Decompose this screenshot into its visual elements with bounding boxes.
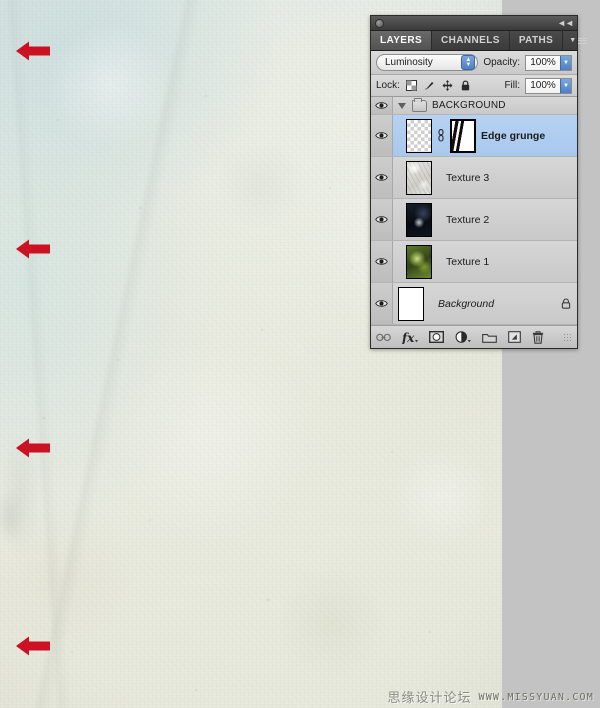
- fill-field[interactable]: 100% ▼: [525, 77, 572, 94]
- lock-all-icon[interactable]: [460, 80, 471, 91]
- layer-style-fx-icon[interactable]: fx: [402, 331, 418, 344]
- lock-image-pixels-icon[interactable]: [424, 80, 435, 91]
- layer-name-label: Texture 2: [446, 213, 490, 226]
- layer-row-body[interactable]: Background: [393, 283, 577, 324]
- tab-channels[interactable]: CHANNELS: [432, 31, 510, 50]
- eye-icon: [375, 300, 388, 307]
- hamburger-icon: [578, 36, 588, 45]
- panel-close-dot-icon[interactable]: [375, 18, 384, 28]
- panel-titlebar[interactable]: ◄◄: [371, 16, 577, 31]
- watermark-cn-text: 思缘设计论坛: [387, 690, 472, 705]
- visibility-toggle-background-group[interactable]: [371, 97, 393, 114]
- visibility-toggle-background[interactable]: [371, 283, 393, 324]
- collapse-to-icons-icon[interactable]: ◄◄: [557, 18, 574, 28]
- layer-row-edge-grunge[interactable]: Edge grunge: [371, 115, 577, 157]
- opacity-field[interactable]: 100% ▼: [525, 54, 572, 71]
- mask-link-icon[interactable]: [437, 129, 445, 142]
- layer-row-body[interactable]: Texture 2: [393, 199, 577, 240]
- visibility-toggle-texture-1[interactable]: [371, 241, 393, 282]
- fill-label: Fill:: [504, 80, 520, 91]
- lock-label: Lock:: [376, 80, 400, 91]
- callout-arrow-1: [16, 40, 50, 62]
- layer-name-label: Edge grunge: [481, 129, 546, 142]
- opacity-value: 100%: [526, 55, 560, 70]
- callout-arrow-3: [16, 437, 50, 459]
- layer-row-background[interactable]: Background: [371, 283, 577, 325]
- group-name-label: BACKGROUND: [432, 100, 506, 111]
- lock-position-icon[interactable]: [442, 80, 453, 91]
- layer-row-body[interactable]: Texture 1: [393, 241, 577, 282]
- blend-opacity-row[interactable]: Luminosity ▲ ▼ Opacity: 100% ▼: [371, 51, 577, 75]
- fill-value: 100%: [526, 78, 560, 93]
- layer-row-texture-3[interactable]: Texture 3: [371, 157, 577, 199]
- footer-icon-group[interactable]: fx: [376, 331, 544, 344]
- layer-thumbnail-texture-1[interactable]: [406, 244, 432, 279]
- layer-row-background-group[interactable]: BACKGROUND: [371, 97, 577, 115]
- callout-arrow-2: [16, 238, 50, 260]
- caret-down-icon: ▼: [569, 37, 577, 44]
- new-layer-icon[interactable]: [508, 331, 521, 343]
- layer-name-label: Texture 1: [446, 255, 490, 268]
- panel-footer-toolbar[interactable]: fx: [371, 326, 577, 348]
- svg-text:fx: fx: [402, 331, 415, 344]
- blend-mode-value: Luminosity: [385, 57, 433, 68]
- eye-icon: [375, 258, 388, 265]
- layer-row-body[interactable]: Edge grunge: [393, 115, 577, 156]
- group-disclosure-triangle-icon[interactable]: [398, 102, 406, 109]
- layer-thumbnail-edge-grunge[interactable]: [406, 118, 432, 153]
- tab-layers[interactable]: LAYERS: [371, 31, 433, 50]
- opacity-label: Opacity:: [483, 57, 520, 68]
- resize-grip-icon[interactable]: [563, 332, 572, 342]
- delete-layer-icon[interactable]: [532, 330, 544, 344]
- layer-name-label: Background: [438, 297, 495, 310]
- callout-arrow-4: [16, 635, 50, 657]
- layer-locked-icon: [561, 298, 571, 309]
- blend-mode-select[interactable]: Luminosity ▲ ▼: [376, 54, 479, 71]
- layer-thumbnail-texture-3[interactable]: [406, 160, 432, 195]
- opacity-dropdown-icon[interactable]: ▼: [560, 55, 571, 70]
- watermark-url-text: WWW.MISSYUAN.COM: [478, 691, 594, 703]
- layer-row-texture-2[interactable]: Texture 2: [371, 199, 577, 241]
- link-layers-icon[interactable]: [376, 332, 391, 343]
- layer-thumbnail-background[interactable]: [398, 286, 424, 321]
- layer-name-label: Texture 3: [446, 171, 490, 184]
- eye-icon: [375, 216, 388, 223]
- panel-tabs[interactable]: LAYERS CHANNELS PATHS ▼: [371, 31, 588, 51]
- fill-group[interactable]: Fill: 100% ▼: [504, 77, 572, 94]
- layer-list[interactable]: BACKGROUND Edge grunge Texture 3 Texture…: [371, 97, 577, 326]
- eye-icon: [375, 132, 388, 139]
- tab-paths[interactable]: PATHS: [509, 31, 564, 50]
- blend-mode-stepper-icon[interactable]: ▲ ▼: [461, 55, 476, 70]
- visibility-toggle-texture-3[interactable]: [371, 157, 393, 198]
- lock-fill-row[interactable]: Lock: Fill: 100% ▼: [371, 75, 577, 97]
- visibility-toggle-texture-2[interactable]: [371, 199, 393, 240]
- layer-mask-thumbnail-edge-grunge[interactable]: [450, 118, 476, 153]
- folder-icon: [412, 97, 427, 112]
- layer-row-texture-1[interactable]: Texture 1: [371, 241, 577, 283]
- new-group-icon[interactable]: [482, 332, 497, 343]
- lock-buttons-group[interactable]: [405, 80, 471, 91]
- lock-transparency-icon[interactable]: [405, 80, 417, 91]
- fill-dropdown-icon[interactable]: ▼: [560, 78, 571, 93]
- layer-row-body[interactable]: BACKGROUND: [393, 97, 577, 114]
- eye-icon: [375, 102, 388, 109]
- add-layer-mask-icon[interactable]: [429, 331, 444, 343]
- layers-panel[interactable]: ◄◄ LAYERS CHANNELS PATHS ▼ Luminosity ▲ ▼…: [370, 15, 588, 349]
- visibility-toggle-edge-grunge[interactable]: [371, 115, 393, 156]
- layer-row-body[interactable]: Texture 3: [393, 157, 577, 198]
- panel-menu-button[interactable]: ▼: [563, 31, 593, 50]
- layer-thumbnail-texture-2[interactable]: [406, 202, 432, 237]
- eye-icon: [375, 174, 388, 181]
- new-adjustment-layer-icon[interactable]: [455, 330, 471, 344]
- watermark: 思缘设计论坛 WWW.MISSYUAN.COM: [387, 691, 594, 704]
